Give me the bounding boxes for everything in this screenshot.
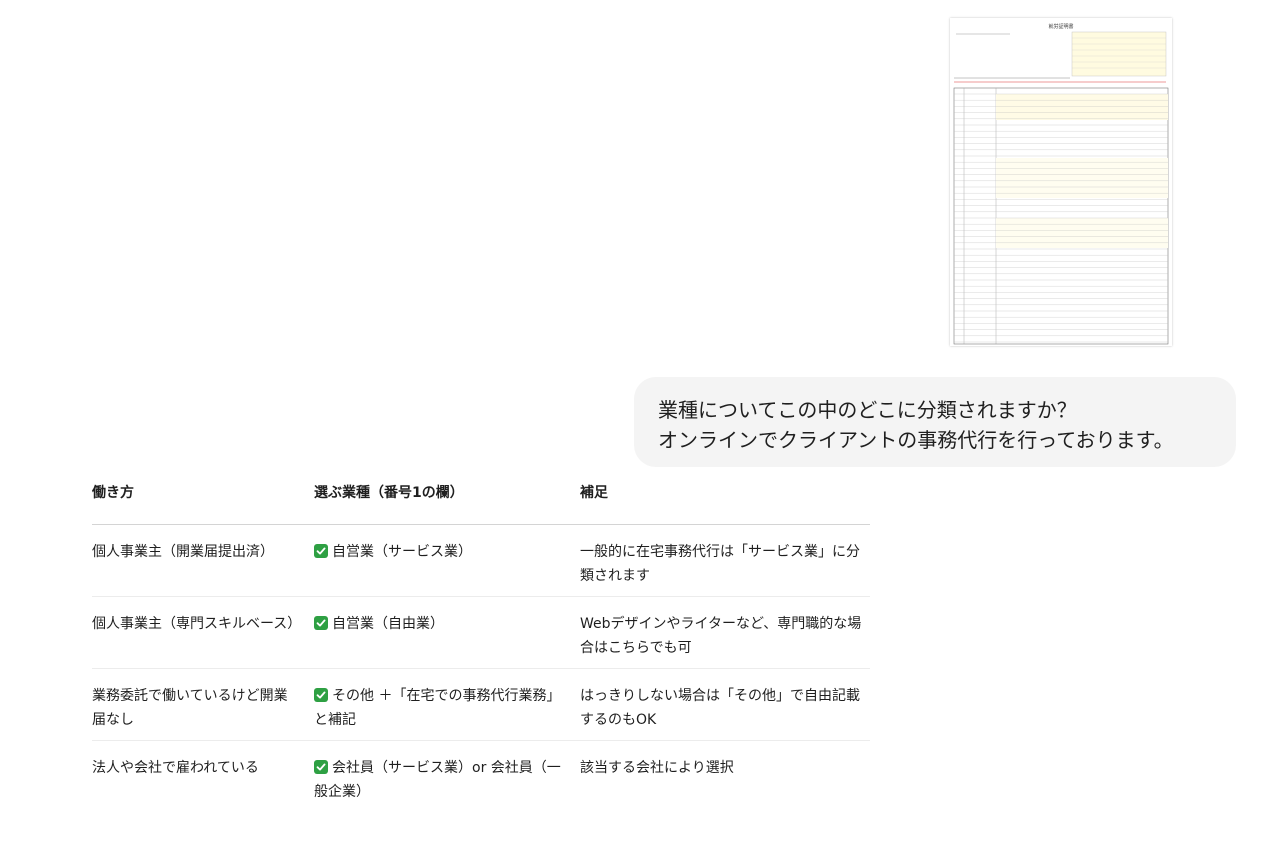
cell-note: 一般的に在宅事務代行は「サービス業」に分類されます: [580, 544, 860, 584]
cell-work-style: 業務委託で働いているけど開業届なし: [92, 688, 288, 728]
table-header: 働き方 選ぶ業種（番号1の欄） 補足: [92, 482, 870, 525]
form-grid: [953, 87, 1169, 345]
table-row: 個人事業主（開業届提出済） 自営業（サービス業） 一般的に在宅事務代行は「サービ…: [92, 525, 870, 597]
cell-industry: 自営業（自由業）: [314, 612, 580, 668]
check-mark-button-icon: [314, 688, 328, 702]
cell-industry: その他 ＋「在宅での事務代行業務」と補記: [314, 684, 580, 740]
table-row: 業務委託で働いているけど開業届なし その他 ＋「在宅での事務代行業務」と補記 は…: [92, 669, 870, 741]
form-header-fields: [1071, 31, 1167, 77]
header-industry: 選ぶ業種（番号1の欄）: [314, 485, 464, 501]
cell-note: Webデザインやライターなど、専門職的な場合はこちらでも可: [580, 616, 862, 656]
chat-page: 就労証明書 業種についてこの中のどこに分類されますか？ オンラインでクライアント…: [0, 0, 1280, 853]
message-line-2: オンラインでクライアントの事務代行を行っております。: [658, 428, 1174, 452]
industry-text: その他 ＋「在宅での事務代行業務」と補記: [314, 688, 561, 728]
attached-form-thumbnail[interactable]: 就労証明書: [950, 18, 1172, 346]
industry-text: 会社員（サービス業）or 会社員（一般企業）: [314, 760, 561, 800]
form-gridlines: [954, 93, 1168, 343]
user-message-bubble: 業種についてこの中のどこに分類されますか？ オンラインでクライアントの事務代行を…: [634, 377, 1236, 467]
industry-text: 自営業（自由業）: [332, 616, 444, 632]
table-row: 個人事業主（専門スキルベース） 自営業（自由業） Webデザインやライターなど、…: [92, 597, 870, 669]
cell-work-style: 法人や会社で雇われている: [92, 760, 259, 776]
cell-work-style: 個人事業主（専門スキルベース）: [92, 616, 302, 632]
cell-industry: 会社員（サービス業）or 会社員（一般企業）: [314, 756, 580, 813]
form-drawing: 就労証明書: [953, 23, 1169, 345]
cell-note: はっきりしない場合は「その他」で自由記載するのもOK: [580, 688, 860, 728]
check-mark-button-icon: [314, 616, 328, 630]
cell-industry: 自営業（サービス業）: [314, 540, 580, 596]
header-note: 補足: [580, 485, 608, 501]
header-work-style: 働き方: [92, 485, 134, 501]
industry-text: 自営業（サービス業）: [332, 544, 472, 560]
table-row: 法人や会社で雇われている 会社員（サービス業）or 会社員（一般企業） 該当する…: [92, 741, 870, 813]
cell-note: 該当する会社により選択: [580, 760, 734, 776]
message-line-1: 業種についてこの中のどこに分類されますか？: [658, 398, 1077, 422]
check-mark-button-icon: [314, 544, 328, 558]
form-title: 就労証明書: [1048, 23, 1073, 30]
industry-table: 働き方 選ぶ業種（番号1の欄） 補足 個人事業主（開業届提出済） 自営業（サービ…: [92, 482, 870, 813]
check-mark-button-icon: [314, 760, 328, 774]
cell-work-style: 個人事業主（開業届提出済）: [92, 544, 274, 560]
